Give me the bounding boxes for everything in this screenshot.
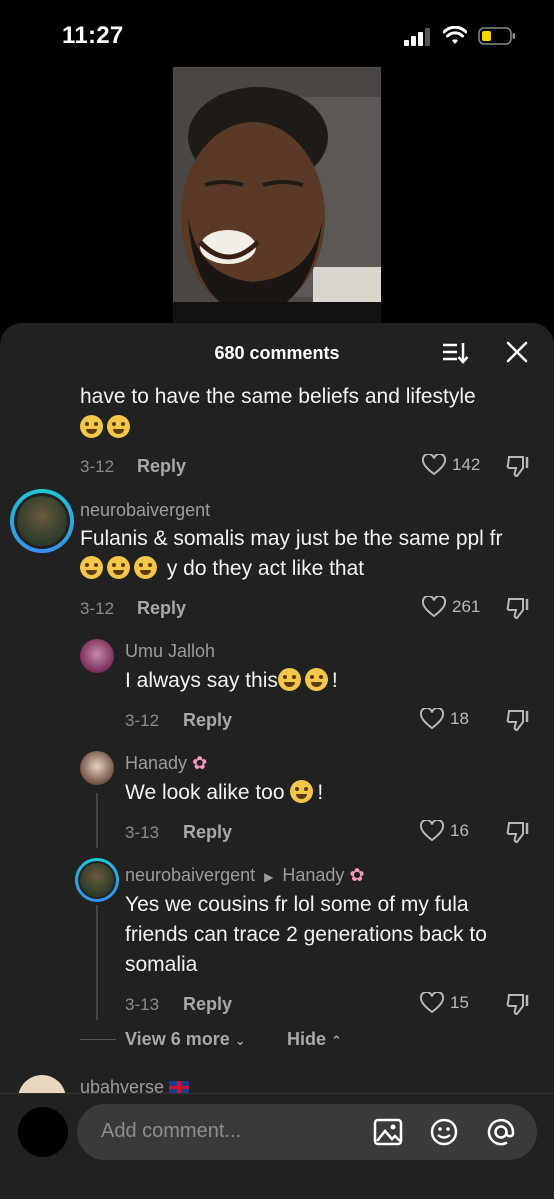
heart-icon	[420, 708, 444, 730]
username[interactable]: neurobaivergent	[80, 500, 210, 521]
sheet-header: 680 comments	[0, 323, 554, 383]
dislike-icon[interactable]	[506, 596, 532, 620]
status-time: 11:27	[62, 22, 124, 49]
like-button[interactable]: 16	[420, 820, 469, 842]
hide-button[interactable]: Hide ⌃	[287, 1029, 342, 1050]
chevron-down-icon: ⌄	[234, 1033, 246, 1048]
username-wrap[interactable]: Hanady ✿	[125, 753, 207, 774]
comment-emojis	[80, 415, 134, 439]
comment-input[interactable]: Add comment...	[77, 1104, 537, 1160]
like-count: 15	[450, 993, 469, 1012]
comment-text-tail: y do they act like that	[166, 557, 365, 580]
like-button[interactable]: 142	[422, 454, 480, 476]
pleading-emoji-icon	[80, 415, 103, 438]
battery-icon	[478, 27, 515, 45]
reply-date: 3-13	[125, 823, 160, 842]
avatar[interactable]	[75, 858, 119, 902]
laughing-emoji-icon	[80, 556, 103, 579]
comment-count: 680 comments	[214, 343, 340, 363]
eye-roll-emoji-icon	[107, 415, 130, 438]
wifi-icon	[443, 26, 467, 44]
view-more-label: View 6 more	[125, 1029, 230, 1049]
sort-icon[interactable]	[441, 341, 469, 365]
dislike-icon[interactable]	[506, 708, 532, 732]
avatar[interactable]	[80, 639, 114, 673]
reply-date: 3-13	[125, 995, 160, 1014]
reply-header: neurobaivergent ▶ Hanady ✿	[125, 865, 365, 886]
sticker-icon[interactable]	[429, 1117, 459, 1147]
heart-icon	[422, 596, 446, 618]
thread-line	[96, 793, 98, 848]
reply-text-end: !	[317, 781, 324, 804]
comment-input-placeholder: Add comment...	[101, 1120, 242, 1142]
like-count: 16	[450, 821, 469, 840]
reply-text-end: !	[331, 669, 338, 692]
reply-to-username[interactable]: Hanady	[282, 865, 344, 885]
my-avatar[interactable]	[18, 1107, 68, 1157]
comment-input-bar: Add comment...	[0, 1093, 554, 1199]
video-frame	[173, 67, 381, 325]
video-preview[interactable]	[173, 67, 381, 325]
comment-text: Fulanis & somalis may just be the same p…	[80, 527, 503, 550]
reply-text: We look alike too !	[125, 778, 323, 808]
chevron-up-icon: ⌃	[331, 1033, 342, 1048]
flower-emoji-icon: ✿	[192, 753, 208, 773]
laughing-emoji-icon	[290, 780, 314, 803]
image-icon[interactable]	[373, 1117, 403, 1147]
comment-date: 3-12	[80, 599, 115, 618]
heart-icon	[420, 992, 444, 1014]
reply-button[interactable]: Reply	[183, 710, 232, 731]
hide-label: Hide	[287, 1029, 327, 1049]
reply-text: I always say this!	[125, 666, 338, 696]
heart-icon	[422, 454, 446, 476]
like-button[interactable]: 15	[420, 992, 469, 1014]
like-count: 18	[450, 709, 469, 728]
username[interactable]: Umu Jalloh	[125, 641, 215, 662]
like-button[interactable]: 18	[420, 708, 469, 730]
reply-button[interactable]: Reply	[183, 994, 232, 1015]
laughing-emoji-icon	[107, 556, 130, 579]
comment-text-line2: y do they act like that	[80, 554, 364, 584]
flower-emoji-icon: ✿	[349, 865, 365, 885]
reply-text-body: We look alike too	[125, 781, 285, 804]
dislike-icon[interactable]	[506, 454, 532, 478]
reply-arrow-icon: ▶	[264, 870, 274, 884]
avatar[interactable]	[80, 751, 114, 785]
laughing-emoji-icon	[134, 556, 157, 579]
reply-text: Yes we cousins fr lol some of my fula	[125, 893, 469, 916]
reply-text-body: I always say this	[125, 669, 278, 692]
reply-text-line2: friends can trace 2 generations back to	[125, 923, 487, 946]
dislike-icon[interactable]	[506, 820, 532, 844]
view-more-button[interactable]: View 6 more ⌄	[125, 1029, 246, 1050]
close-icon[interactable]	[505, 340, 529, 364]
avatar[interactable]	[10, 489, 74, 553]
reply-date: 3-12	[125, 711, 160, 730]
username[interactable]: neurobaivergent	[125, 865, 255, 885]
like-count: 261	[452, 597, 481, 616]
reply-button[interactable]: Reply	[183, 822, 232, 843]
at-icon[interactable]	[486, 1117, 516, 1147]
like-count: 142	[452, 455, 481, 474]
reply-button[interactable]: Reply	[137, 456, 186, 477]
thread-line	[96, 905, 98, 1020]
comments-sheet: 680 comments have to have the same belie…	[0, 323, 554, 1199]
username: Hanady	[125, 753, 188, 773]
like-button[interactable]: 261	[422, 596, 480, 618]
reply-button[interactable]: Reply	[137, 598, 186, 619]
crying-emoji-icon	[304, 668, 328, 691]
reply-text-line3: somalia	[125, 953, 198, 976]
comment-text: have to have the same beliefs and lifest…	[80, 385, 476, 408]
view-more-divider	[80, 1039, 116, 1040]
status-bar: 11:27	[0, 0, 554, 70]
heart-icon	[420, 820, 444, 842]
dislike-icon[interactable]	[506, 992, 532, 1016]
crying-emoji-icon	[277, 668, 301, 691]
comment-date: 3-12	[80, 457, 115, 476]
signal-icon	[404, 28, 430, 46]
